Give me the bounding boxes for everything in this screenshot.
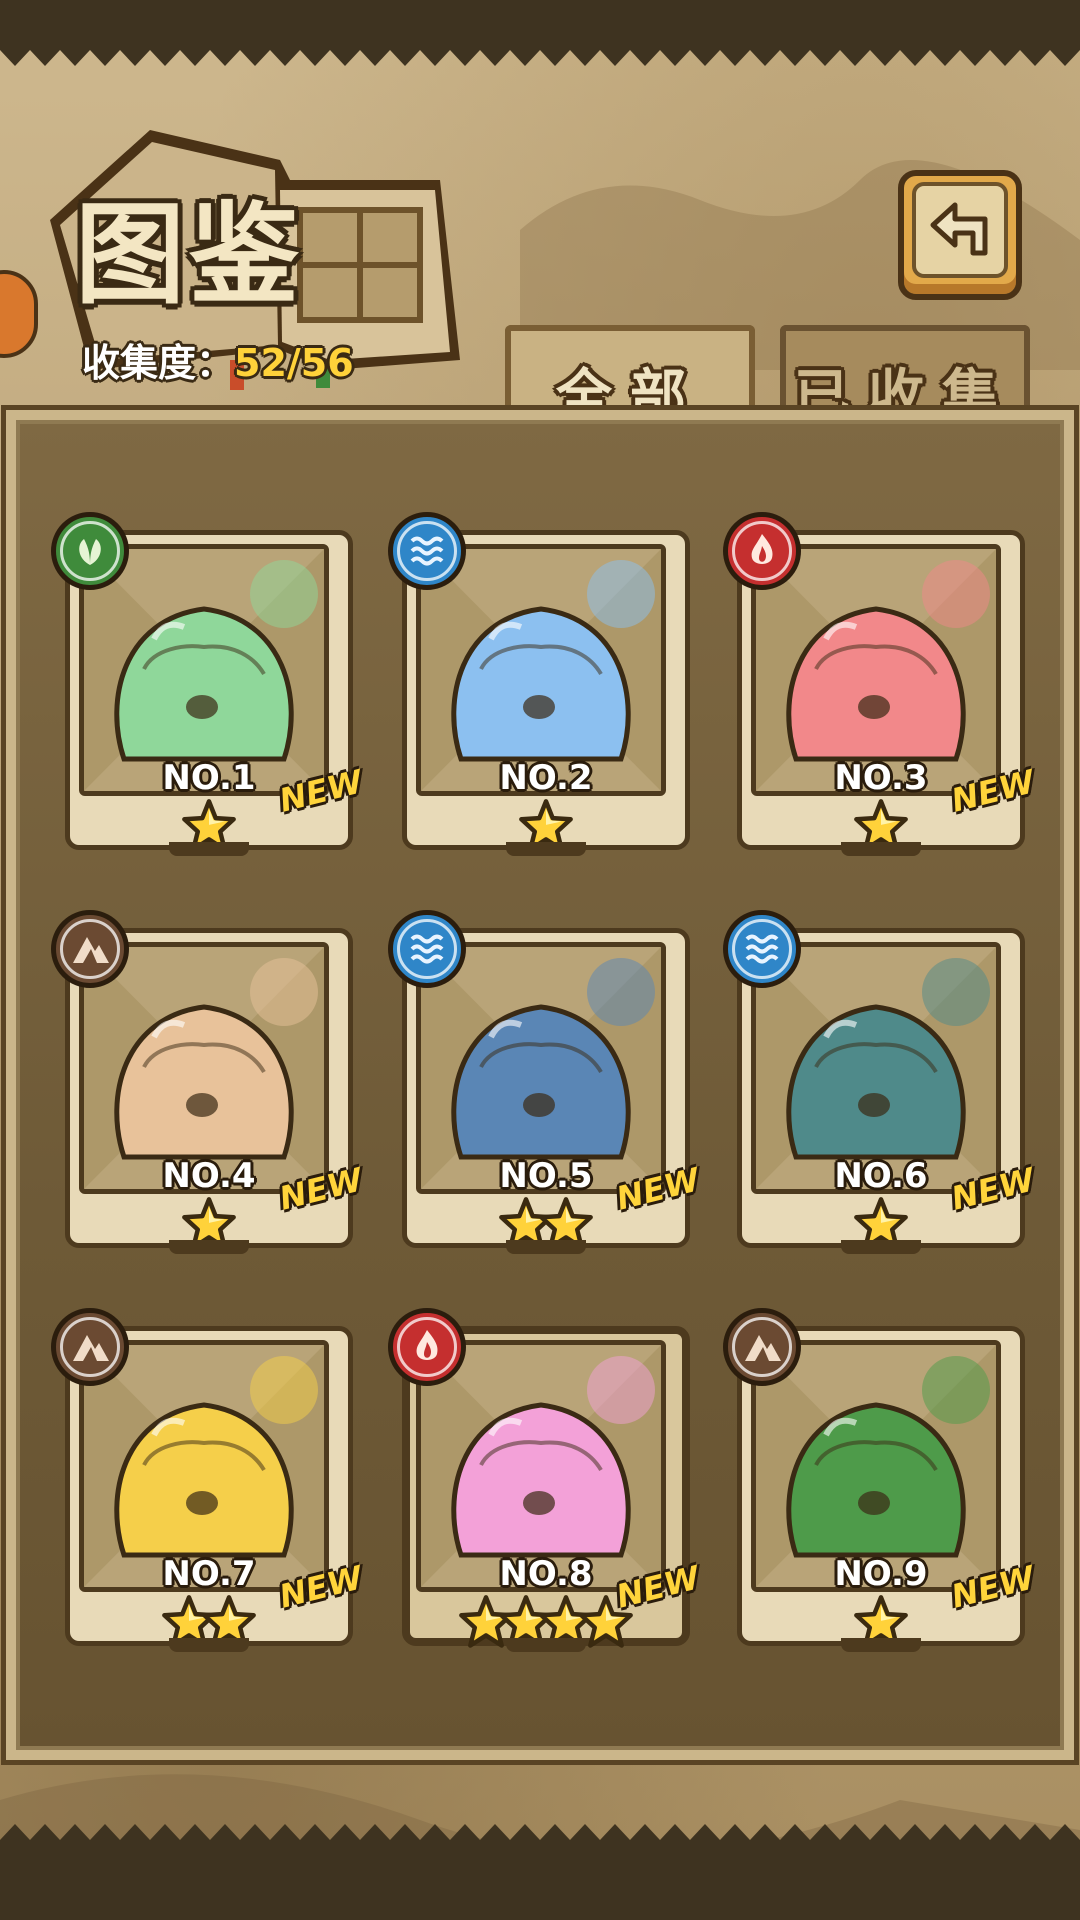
monster-card[interactable]: NO.7 NEW bbox=[51, 1308, 366, 1656]
bottom-border bbox=[0, 1850, 1080, 1920]
fire-element-icon bbox=[388, 1308, 466, 1386]
tab-all[interactable]: 全部 bbox=[505, 325, 755, 429]
monster-number: NO.2 bbox=[499, 758, 593, 798]
collection-value: 52/56 bbox=[234, 341, 354, 385]
grass-element-icon bbox=[51, 512, 129, 590]
earth-element-icon bbox=[723, 1308, 801, 1386]
monster-card[interactable]: NO.6 NEW bbox=[723, 910, 1038, 1258]
water-element-icon bbox=[388, 910, 466, 988]
zigzag-border-top bbox=[0, 30, 1080, 66]
return-arrow-icon bbox=[930, 202, 988, 256]
monster-card[interactable]: NO.8 NEW bbox=[388, 1308, 703, 1656]
monster-card[interactable]: NO.1 NEW bbox=[51, 512, 366, 860]
monster-card[interactable]: NO.2 bbox=[388, 512, 690, 860]
monster-card[interactable]: NO.4 NEW bbox=[51, 910, 366, 1258]
page-title: 图鉴 bbox=[75, 190, 303, 319]
zigzag-border-bottom bbox=[0, 1824, 1080, 1860]
monster-card[interactable]: NO.5 NEW bbox=[388, 910, 703, 1258]
water-element-icon bbox=[723, 910, 801, 988]
tab-collected[interactable]: 已收集 bbox=[780, 325, 1030, 429]
water-element-icon bbox=[388, 512, 466, 590]
earth-element-icon bbox=[51, 910, 129, 988]
collection-progress: 收集度：52/56 bbox=[82, 332, 354, 387]
monster-card[interactable]: NO.3 NEW bbox=[723, 512, 1038, 860]
fire-element-icon bbox=[723, 512, 801, 590]
back-button[interactable] bbox=[898, 170, 1022, 300]
monster-card[interactable]: NO.9 NEW bbox=[723, 1308, 1038, 1656]
collection-label: 收集度： bbox=[82, 341, 235, 385]
star-icon bbox=[579, 1595, 633, 1654]
earth-element-icon bbox=[51, 1308, 129, 1386]
